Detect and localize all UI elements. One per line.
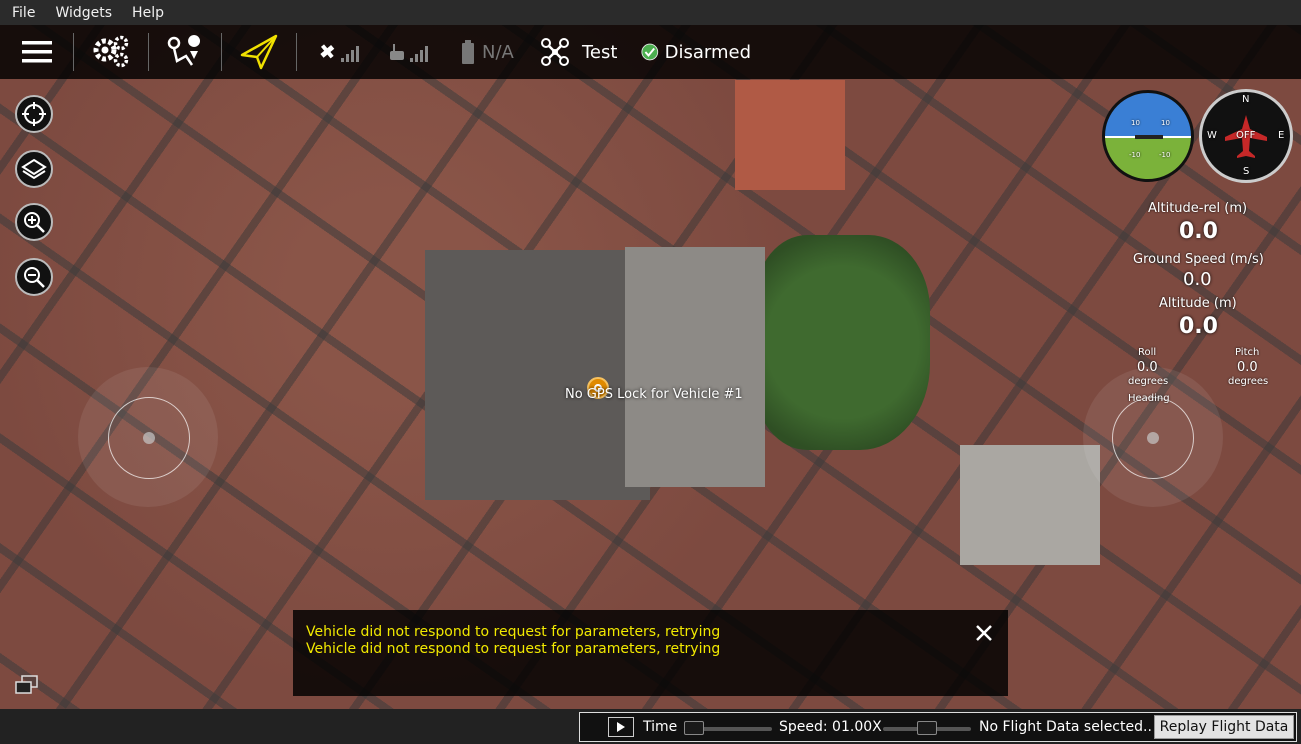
home-marker-label: No GPS Lock for Vehicle #1 <box>565 387 743 402</box>
roll-label: Roll <box>1138 347 1157 358</box>
menu-widgets[interactable]: Widgets <box>43 5 120 21</box>
layers-icon <box>21 158 47 180</box>
compass-indicator: N S E W OFF <box>1199 89 1293 183</box>
battery-indicator[interactable]: N/A <box>460 25 520 79</box>
map-layers-button[interactable] <box>15 150 53 188</box>
time-slider-handle[interactable] <box>684 721 704 735</box>
attitude-label: 10 <box>1131 119 1140 127</box>
compass-west: W <box>1207 130 1217 141</box>
menu-file[interactable]: File <box>0 5 43 21</box>
plan-view-button[interactable] <box>163 25 205 79</box>
altitude-label: Altitude (m) <box>1159 296 1237 311</box>
replay-status-text: No Flight Data selected.. <box>979 719 1152 735</box>
replay-flight-data-button[interactable]: Replay Flight Data <box>1154 715 1294 739</box>
satellite-signal-icon <box>320 44 359 62</box>
altitude-rel-label: Altitude-rel (m) <box>1148 201 1248 216</box>
compass-north: N <box>1242 94 1250 105</box>
close-icon <box>976 625 992 641</box>
vehicle-name: Test <box>582 41 618 63</box>
message-panel: Vehicle did not respond to request for p… <box>293 610 1008 696</box>
toolbar-separator <box>148 33 149 71</box>
battery-text: N/A <box>482 41 514 63</box>
heading-label: Heading <box>1128 393 1170 404</box>
message-line: Vehicle did not respond to request for p… <box>306 624 721 640</box>
arm-status-button[interactable]: Disarmed <box>641 25 751 79</box>
message-line: Vehicle did not respond to request for p… <box>306 641 721 657</box>
gps-status-indicator[interactable] <box>316 25 364 79</box>
left-joystick-thumb[interactable] <box>143 432 155 444</box>
attitude-aircraft-bar <box>1135 135 1163 139</box>
waypoint-path-icon <box>167 35 201 66</box>
zoom-out-button[interactable] <box>15 258 53 296</box>
ground-speed-label: Ground Speed (m/s) <box>1133 252 1264 267</box>
altitude-value: 0.0 <box>1179 314 1218 339</box>
attitude-label: -10 <box>1129 151 1141 159</box>
zoom-in-button[interactable] <box>15 203 53 241</box>
main-toolbar: N/A Test Disarmed <box>0 25 1301 79</box>
speed-slider-handle[interactable] <box>917 721 937 735</box>
paper-plane-icon <box>240 34 278 70</box>
compass-south: S <box>1243 166 1250 177</box>
arm-status-text: Disarmed <box>664 41 751 63</box>
settings-button[interactable] <box>90 25 132 79</box>
map-park <box>755 235 930 450</box>
attitude-label: 10 <box>1161 119 1170 127</box>
drone-icon <box>541 38 569 66</box>
toolbar-separator <box>73 33 74 71</box>
attitude-indicator: 10 10 -10 -10 <box>1102 90 1194 182</box>
map-building-block <box>625 247 765 487</box>
battery-icon <box>462 40 474 64</box>
speed-label: Speed: 01.00X <box>779 719 882 735</box>
ground-speed-value: 0.0 <box>1183 269 1212 290</box>
check-circle-icon <box>641 43 659 61</box>
toolbar-separator <box>296 33 297 71</box>
satellite-map[interactable]: No GPS Lock for Vehicle #1 10 10 -10 -10… <box>0 25 1301 709</box>
map-plaza <box>425 250 650 500</box>
menu-help[interactable]: Help <box>120 5 172 21</box>
compass-center-label: OFF <box>1236 130 1256 141</box>
flight-replay-controls: Time Speed: 01.00X No Flight Data select… <box>579 712 1297 742</box>
zoom-in-icon <box>24 212 45 233</box>
time-label: Time <box>643 719 678 735</box>
play-button[interactable] <box>608 717 634 737</box>
altitude-rel-value: 0.0 <box>1179 219 1218 244</box>
map-courtyard <box>960 445 1100 565</box>
compass-east: E <box>1278 130 1285 141</box>
roll-value: 0.0 <box>1137 360 1158 375</box>
crosshair-icon <box>22 102 46 126</box>
attitude-label: -10 <box>1159 151 1171 159</box>
hamburger-icon <box>22 41 52 63</box>
map-roof-cluster <box>735 80 845 190</box>
right-joystick-thumb[interactable] <box>1147 432 1159 444</box>
flight-mode-selector[interactable]: Test <box>540 25 624 79</box>
pitch-label: Pitch <box>1235 347 1260 358</box>
pitch-value: 0.0 <box>1237 360 1258 375</box>
rc-signal-icon <box>390 44 428 62</box>
gears-icon <box>93 35 129 68</box>
zoom-out-icon <box>24 267 45 288</box>
fly-view-button[interactable] <box>237 25 281 79</box>
play-icon <box>617 722 625 732</box>
pitch-unit: degrees <box>1228 376 1269 387</box>
roll-unit: degrees <box>1128 376 1169 387</box>
rc-signal-indicator[interactable] <box>388 25 434 79</box>
center-map-button[interactable] <box>15 95 53 133</box>
message-close-button[interactable] <box>973 622 995 644</box>
menu-bar: File Widgets Help <box>0 0 1301 25</box>
toolbar-separator <box>221 33 222 71</box>
menu-button[interactable] <box>18 25 56 79</box>
multi-window-icon[interactable] <box>15 675 39 695</box>
